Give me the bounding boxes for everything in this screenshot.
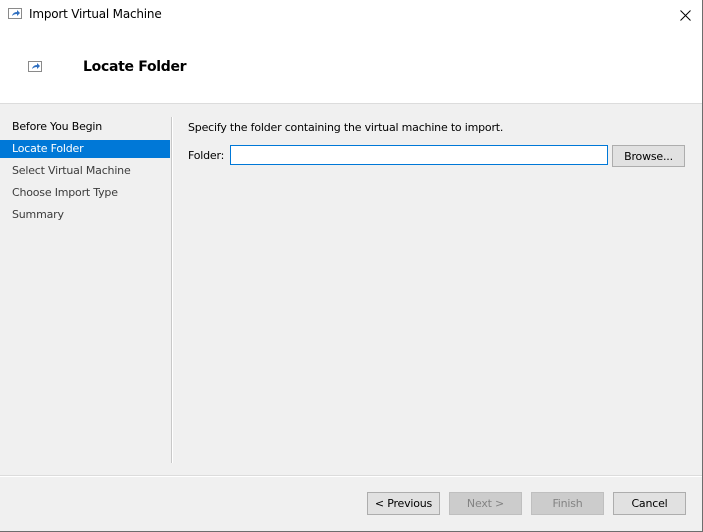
title-bar: Import Virtual Machine — [0, 0, 702, 30]
folder-input[interactable] — [230, 145, 608, 165]
page-title: Locate Folder — [83, 59, 187, 75]
folder-label: Folder: — [188, 149, 225, 162]
wizard-steps: Before You Begin Locate Folder Select Vi… — [0, 104, 172, 464]
browse-button[interactable]: Browse... — [612, 145, 685, 167]
wizard-header: Locate Folder — [0, 30, 702, 104]
step-locate-folder[interactable]: Locate Folder — [0, 140, 170, 158]
step-summary[interactable]: Summary — [0, 206, 170, 224]
step-choose-import-type[interactable]: Choose Import Type — [0, 184, 170, 202]
cancel-button[interactable]: Cancel — [613, 492, 686, 515]
sidebar-divider — [171, 117, 173, 463]
import-vm-dialog: Import Virtual Machine Locate Folder Bef… — [0, 0, 703, 532]
footer-divider — [0, 475, 702, 477]
close-button[interactable] — [668, 0, 702, 30]
step-before-you-begin[interactable]: Before You Begin — [0, 118, 170, 136]
import-vm-icon — [28, 61, 42, 72]
previous-button[interactable]: < Previous — [367, 492, 440, 515]
instruction-text: Specify the folder containing the virtua… — [188, 121, 504, 134]
window-title: Import Virtual Machine — [29, 7, 162, 21]
step-select-virtual-machine[interactable]: Select Virtual Machine — [0, 162, 170, 180]
finish-button[interactable]: Finish — [531, 492, 604, 515]
next-button[interactable]: Next > — [449, 492, 522, 515]
import-vm-icon — [8, 8, 22, 19]
close-icon — [679, 9, 691, 21]
